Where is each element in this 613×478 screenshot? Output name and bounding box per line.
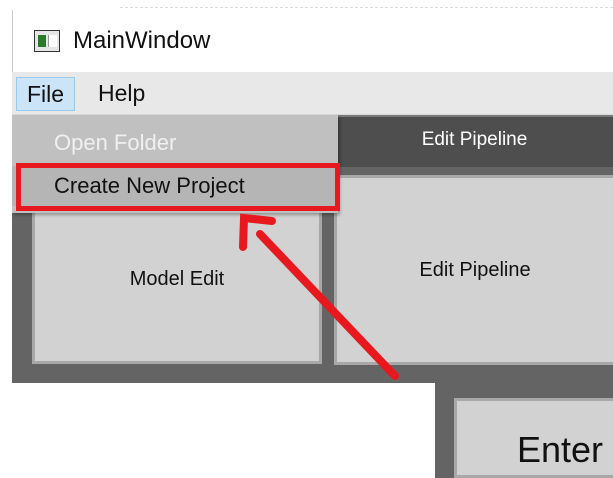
annotation-arrow [239,213,399,380]
arrow-shaft [256,230,399,380]
